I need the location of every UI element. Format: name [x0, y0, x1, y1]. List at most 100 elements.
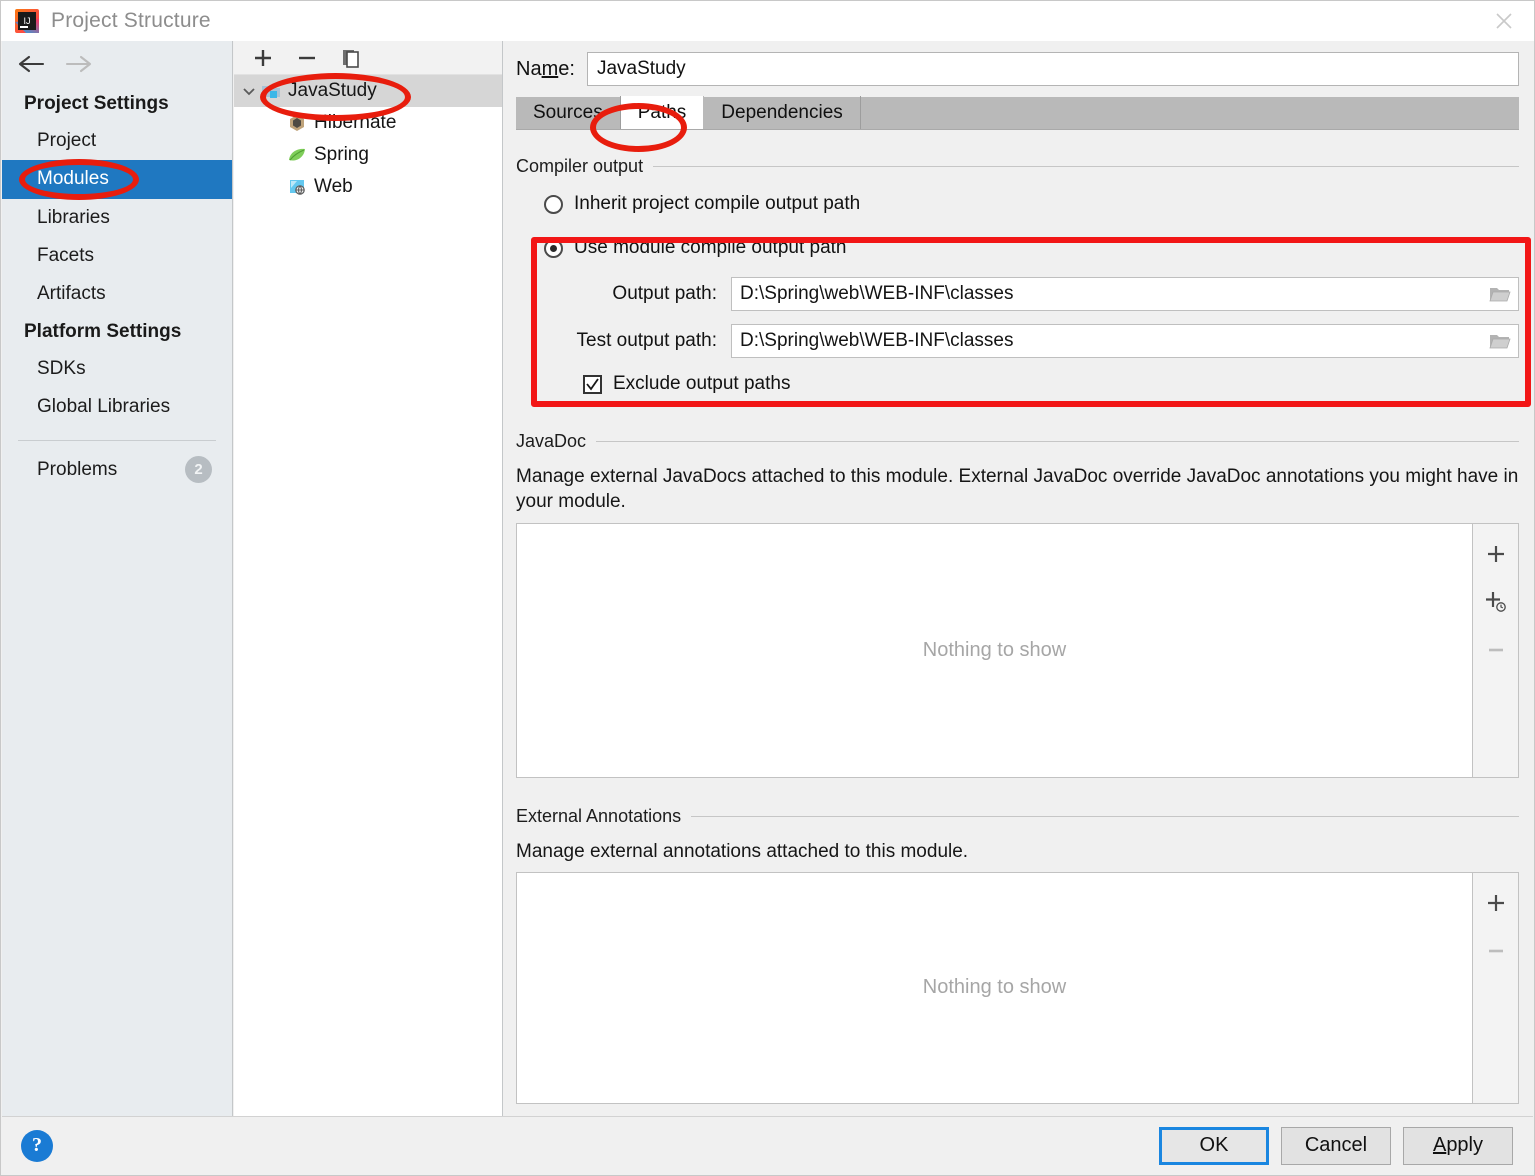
arrow-right-icon[interactable] — [62, 49, 96, 79]
sidebar-group-header-platform-settings: Platform Settings — [24, 320, 182, 342]
use-module-output-radio-row[interactable]: Use module compile output path — [516, 237, 1519, 259]
folder-open-icon[interactable] — [1489, 332, 1511, 356]
module-name-row: Name: — [504, 41, 1533, 97]
group-rule — [596, 441, 1519, 442]
sidebar-item-sdks[interactable]: SDKs — [2, 350, 232, 388]
compiler-output-group-header: Compiler output — [516, 156, 1519, 177]
navigation-arrows — [2, 41, 232, 86]
sidebar-item-problems-label: Problems — [37, 458, 118, 480]
group-rule — [653, 166, 1519, 167]
tab-paths[interactable]: Paths — [620, 96, 705, 129]
radio-button-icon[interactable] — [544, 194, 563, 214]
intellij-idea-logo-icon: IJ — [15, 9, 39, 33]
output-path-row: Output path: D:\Spring\web\WEB-INF\class… — [516, 277, 1519, 311]
external-annotations-description: Manage external annotations attached to … — [516, 840, 969, 862]
output-path-value: D:\Spring\web\WEB-INF\classes — [740, 283, 1014, 304]
sidebar-item-libraries[interactable]: Libraries — [2, 199, 232, 237]
project-structure-dialog: IJ Project Structure Project Settings Pr… — [0, 0, 1535, 1176]
sidebar-item-global-libraries[interactable]: Global Libraries — [2, 388, 232, 426]
settings-sidebar: Project Settings Project Modules Librari… — [2, 41, 233, 1116]
checkbox-checked-icon[interactable] — [583, 374, 602, 394]
output-path-field[interactable]: D:\Spring\web\WEB-INF\classes — [731, 277, 1519, 311]
module-editor-panel: Name: Sources Paths Dependencies Compile… — [504, 41, 1533, 1116]
folder-open-icon[interactable] — [1489, 285, 1511, 309]
output-path-label: Output path: — [612, 283, 717, 304]
close-icon[interactable] — [1474, 1, 1534, 41]
external-annotations-group-title: External Annotations — [516, 805, 682, 826]
inherit-output-radio-row[interactable]: Inherit project compile output path — [516, 193, 1519, 215]
arrow-left-icon[interactable] — [14, 49, 48, 79]
tree-node-javastudy[interactable]: JavaStudy — [234, 75, 502, 107]
javadoc-list[interactable]: Nothing to show — [516, 522, 1473, 778]
question-mark-icon[interactable]: ? — [21, 1129, 53, 1162]
group-rule — [691, 815, 1519, 817]
add-javadoc-button[interactable] — [1481, 540, 1511, 568]
tree-node-label: JavaStudy — [288, 80, 377, 101]
chevron-down-icon[interactable] — [238, 84, 260, 98]
sidebar-item-problems[interactable]: Problems 2 — [2, 449, 232, 490]
compiler-output-group-title: Compiler output — [516, 156, 644, 176]
external-annotations-group-header: External Annotations — [516, 806, 1519, 827]
title-bar: IJ Project Structure — [1, 1, 1534, 41]
dialog-button-group: OK Cancel Apply — [1159, 1126, 1533, 1165]
inherit-output-label: Inherit project compile output path — [574, 193, 861, 214]
hibernate-icon — [286, 113, 308, 133]
javadoc-group-title: JavaDoc — [516, 431, 587, 451]
radio-button-selected-icon[interactable] — [544, 238, 563, 258]
apply-button[interactable]: Apply — [1403, 1126, 1513, 1165]
remove-javadoc-button[interactable] — [1481, 636, 1511, 664]
cancel-button[interactable]: Cancel — [1281, 1126, 1391, 1165]
add-annotation-button[interactable] — [1481, 889, 1511, 917]
sidebar-item-facets[interactable]: Facets — [2, 237, 232, 275]
external-annotations-list-area: Nothing to show — [516, 871, 1519, 1104]
test-output-path-field[interactable]: D:\Spring\web\WEB-INF\classes — [731, 324, 1519, 358]
tree-node-label: Web — [314, 176, 353, 197]
module-name-label: Name: — [516, 57, 575, 80]
exclude-output-paths-row[interactable]: Exclude output paths — [516, 373, 1519, 395]
spring-leaf-icon — [286, 145, 308, 165]
tab-dependencies[interactable]: Dependencies — [704, 96, 861, 129]
svg-text:IJ: IJ — [23, 16, 30, 26]
test-output-path-row: Test output path: D:\Spring\web\WEB-INF\… — [516, 324, 1519, 358]
module-tabs: Sources Paths Dependencies — [516, 96, 1519, 130]
javadoc-list-area: Nothing to show — [516, 522, 1519, 778]
external-annotations-list[interactable]: Nothing to show — [516, 871, 1473, 1104]
sidebar-item-modules[interactable]: Modules — [2, 160, 232, 199]
sidebar-group-header-project-settings: Project Settings — [24, 93, 169, 114]
modules-toolbar — [234, 41, 502, 75]
javadoc-empty-text: Nothing to show — [922, 638, 1067, 661]
module-folder-icon — [260, 81, 282, 101]
javadoc-description: Manage external JavaDocs attached to thi… — [516, 466, 1519, 513]
paths-tab-content: Compiler output Inherit project compile … — [516, 146, 1519, 1116]
exclude-output-paths-label: Exclude output paths — [613, 373, 791, 394]
plus-icon[interactable] — [250, 45, 276, 71]
sidebar-item-artifacts[interactable]: Artifacts — [2, 275, 232, 313]
module-name-input[interactable] — [586, 52, 1519, 86]
external-annotations-list-toolbar — [1473, 871, 1519, 1104]
test-output-path-value: D:\Spring\web\WEB-INF\classes — [740, 330, 1014, 351]
sidebar-divider — [18, 440, 216, 442]
modules-tree-pane: JavaStudy Hibernate Spring Web — [234, 41, 503, 1116]
tree-node-spring[interactable]: Spring — [234, 139, 502, 171]
test-output-path-label: Test output path: — [576, 330, 718, 351]
use-module-output-label: Use module compile output path — [574, 237, 847, 258]
tree-node-hibernate[interactable]: Hibernate — [234, 107, 502, 139]
tree-node-label: Spring — [314, 144, 369, 165]
ok-button[interactable]: OK — [1159, 1126, 1269, 1165]
dialog-footer: ? OK Cancel Apply — [2, 1116, 1533, 1174]
javadoc-list-toolbar — [1473, 522, 1519, 778]
web-icon — [286, 177, 308, 197]
external-annotations-empty-text: Nothing to show — [922, 976, 1067, 999]
tabstrip-filler — [861, 96, 1519, 129]
sidebar-item-project[interactable]: Project — [2, 122, 232, 160]
tree-node-label: Hibernate — [314, 112, 397, 133]
minus-icon[interactable] — [294, 45, 320, 71]
copy-icon[interactable] — [338, 45, 364, 71]
tab-sources[interactable]: Sources — [516, 96, 621, 129]
tree-node-web[interactable]: Web — [234, 171, 502, 203]
remove-annotation-button[interactable] — [1481, 937, 1511, 965]
javadoc-group-header: JavaDoc — [516, 431, 1519, 452]
problems-count-badge: 2 — [185, 456, 212, 484]
window-title: Project Structure — [51, 9, 211, 32]
add-javadoc-url-button[interactable] — [1481, 588, 1511, 616]
